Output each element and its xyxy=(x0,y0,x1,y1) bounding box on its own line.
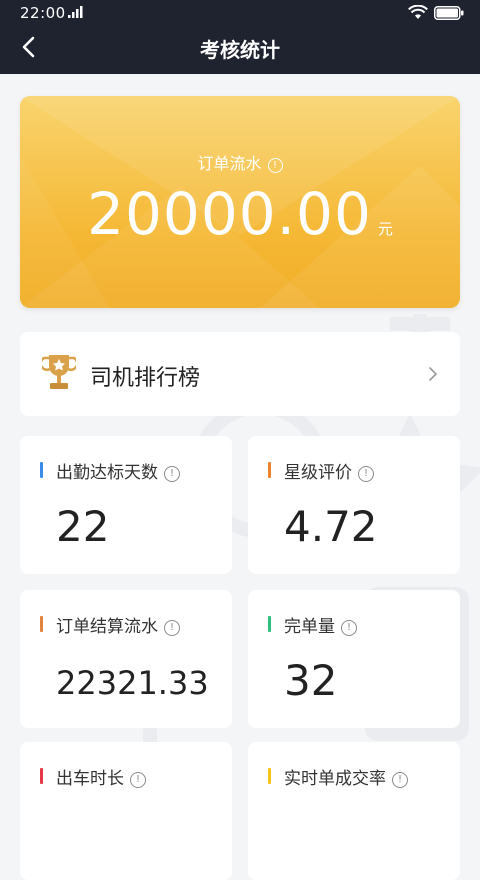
stat-accent-bar xyxy=(40,462,43,478)
page-title: 考核统计 xyxy=(200,38,280,62)
info-icon[interactable]: ! xyxy=(267,158,283,173)
stat-label-text: 完单量 xyxy=(284,617,335,637)
info-icon[interactable]: ! xyxy=(164,620,180,636)
hero-unit: 元 xyxy=(377,220,393,238)
stat-card-settlement-revenue[interactable]: 订单结算流水! 22321.33 xyxy=(20,590,232,728)
stat-accent-bar xyxy=(268,616,271,632)
chevron-right-icon xyxy=(429,367,438,381)
stat-label-text: 出勤达标天数 xyxy=(56,463,158,483)
signal-icon xyxy=(68,6,83,18)
stat-label-text: 出车时长 xyxy=(56,769,124,789)
stat-label: 实时单成交率! xyxy=(284,764,408,789)
info-icon[interactable]: ! xyxy=(130,772,146,788)
hero-value: 20000.00 元 xyxy=(20,180,460,248)
status-bar: 22:00 xyxy=(0,0,480,26)
stat-card-rating[interactable]: 星级评价! 4.72 xyxy=(248,436,460,574)
stat-accent-bar xyxy=(40,768,43,784)
hero-amount: 20000.00 xyxy=(87,180,372,248)
stat-label-text: 星级评价 xyxy=(284,463,352,483)
rank-title: 司机排行榜 xyxy=(90,366,201,391)
stat-value: 22 xyxy=(56,502,110,551)
stat-value: 22321.33 xyxy=(56,664,209,702)
status-time: 22:00 xyxy=(20,4,66,22)
stat-card-completed-orders[interactable]: 完单量! 32 xyxy=(248,590,460,728)
stat-card-driving-hours[interactable]: 出车时长! xyxy=(20,742,232,880)
top-bar: 22:00 考核统计 xyxy=(0,0,480,74)
order-revenue-card[interactable]: 订单流水! 20000.00 元 xyxy=(20,96,460,308)
wifi-icon xyxy=(408,5,428,19)
info-icon[interactable]: ! xyxy=(341,620,357,636)
stat-value: 4.72 xyxy=(284,502,378,551)
stat-label-text: 订单结算流水 xyxy=(56,617,158,637)
stat-label: 出勤达标天数! xyxy=(56,458,180,483)
info-icon[interactable]: ! xyxy=(392,772,408,788)
stat-label-text: 实时单成交率 xyxy=(284,769,386,789)
info-icon[interactable]: ! xyxy=(358,466,374,482)
hero-label-text: 订单流水 xyxy=(197,154,262,173)
stat-label: 星级评价! xyxy=(284,458,374,483)
info-icon[interactable]: ! xyxy=(164,466,180,482)
hero-label: 订单流水! xyxy=(20,150,460,174)
trophy-icon xyxy=(42,355,76,389)
stat-label: 出车时长! xyxy=(56,764,146,789)
stat-label: 订单结算流水! xyxy=(56,612,180,637)
stat-label: 完单量! xyxy=(284,612,357,637)
stat-card-attendance[interactable]: 出勤达标天数! 22 xyxy=(20,436,232,574)
stat-accent-bar xyxy=(268,768,271,784)
battery-icon xyxy=(434,6,464,20)
stat-accent-bar xyxy=(268,462,271,478)
driver-ranking-row[interactable]: 司机排行榜 xyxy=(20,332,460,416)
stat-accent-bar xyxy=(40,616,43,632)
stat-value: 32 xyxy=(284,656,338,705)
stat-card-realtime-conversion[interactable]: 实时单成交率! xyxy=(248,742,460,880)
